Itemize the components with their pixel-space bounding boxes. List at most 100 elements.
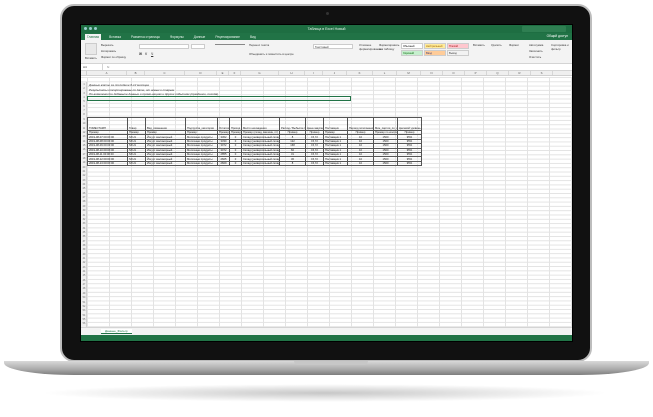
autosum-button[interactable]: Автосумма: [529, 43, 543, 47]
row-header[interactable]: 43: [81, 266, 87, 269]
column-title[interactable]: Период пополнения (зарезервирован): [347, 117, 374, 131]
row-header[interactable]: 35: [81, 231, 87, 234]
column-header[interactable]: R: [509, 71, 531, 75]
table-cell[interactable]: Поставщик 1: [323, 160, 348, 167]
column-title[interactable]: Место нахождения: [241, 117, 280, 131]
table-cell[interactable]: 15,72: [305, 160, 324, 167]
table-cell[interactable]: 0: [229, 160, 242, 167]
column-header[interactable]: H: [279, 71, 305, 75]
row-header[interactable]: 34: [81, 227, 87, 230]
table-cell[interactable]: Молочные продукты: [185, 160, 218, 167]
row-header[interactable]: 30: [81, 209, 87, 212]
row-header[interactable]: 6: [81, 105, 87, 108]
row-header[interactable]: 29: [81, 205, 87, 208]
format-cells-button[interactable]: Формат: [509, 43, 519, 47]
column-title[interactable]: Целевой уровень сервиса: [397, 117, 422, 131]
row-header[interactable]: 51: [81, 301, 87, 304]
row-header[interactable]: 50: [81, 296, 87, 299]
row-header[interactable]: 8: [81, 113, 87, 116]
cell-style-1[interactable]: Нейтральный: [424, 43, 446, 49]
cell-style-0[interactable]: Обычный: [401, 43, 423, 49]
column-title[interactable]: ТИМЕСТАМП: [87, 117, 128, 131]
conditional-formatting-button[interactable]: Условное форматирование: [359, 43, 381, 51]
row-header[interactable]: 24: [81, 183, 87, 186]
column-title[interactable]: Поставщик: [323, 117, 348, 131]
row-header[interactable]: 21: [81, 170, 87, 173]
row-header[interactable]: 54: [81, 314, 87, 317]
font-name-select[interactable]: [139, 44, 189, 49]
row-header[interactable]: 36: [81, 235, 87, 238]
table-cell[interactable]: 10: [347, 160, 374, 167]
column-header[interactable]: O: [443, 71, 465, 75]
column-title[interactable]: Товар: [127, 117, 146, 131]
cut-button[interactable]: Вырезать: [101, 43, 113, 47]
column-title[interactable]: Подгруппа_категория: [185, 117, 218, 131]
column-header[interactable]: D: [185, 71, 217, 75]
table-cell[interactable]: 8: [279, 160, 306, 167]
table-cell[interactable]: Йогурт маложирный: [145, 160, 186, 167]
column-title[interactable]: Приход в шт-ах: [229, 117, 242, 131]
selected-cell[interactable]: [87, 96, 351, 101]
row-header[interactable]: 55: [81, 318, 87, 321]
column-header[interactable]: L: [373, 71, 397, 75]
cell-style-5[interactable]: Вывод: [447, 50, 469, 56]
cell-style-2[interactable]: Плохой: [447, 43, 469, 49]
column-header[interactable]: J: [323, 71, 347, 75]
column-header[interactable]: K: [347, 71, 373, 75]
row-header[interactable]: 37: [81, 240, 87, 243]
cell-style-4[interactable]: Ввод: [424, 50, 446, 56]
table-cell[interactable]: Склад (универсальный склад): [241, 160, 280, 167]
row-header[interactable]: 38: [81, 244, 87, 247]
row-header[interactable]: 49: [81, 292, 87, 295]
number-format-select[interactable]: Текстовый: [313, 44, 353, 49]
copy-button[interactable]: Копировать: [101, 49, 116, 53]
row-header[interactable]: 48: [81, 287, 87, 290]
italic-icon[interactable]: К: [145, 52, 147, 56]
row-header[interactable]: 56: [81, 322, 87, 325]
clear-button[interactable]: Очистить: [529, 55, 541, 59]
row-header[interactable]: 44: [81, 270, 87, 273]
row-header[interactable]: 53: [81, 309, 87, 312]
row-header[interactable]: 42: [81, 261, 87, 264]
row-header[interactable]: 3: [81, 92, 87, 95]
row-header[interactable]: 1: [81, 83, 87, 86]
format-painter-button[interactable]: Формат по образцу: [101, 55, 126, 59]
row-header[interactable]: 28: [81, 200, 87, 203]
table-cell[interactable]: 1500: [373, 160, 398, 167]
column-header[interactable]: A: [87, 71, 127, 75]
column-header[interactable]: P: [465, 71, 487, 75]
column-header[interactable]: N: [421, 71, 443, 75]
sheet-tab[interactable]: Данные_Фильтр: [101, 329, 132, 334]
column-title[interactable]: Мин_партия_по_ставке_шт: [373, 117, 398, 131]
row-header[interactable]: 33: [81, 222, 87, 225]
sort-filter-button[interactable]: Сортировка и фильтр: [551, 43, 571, 51]
row-header[interactable]: 40: [81, 253, 87, 256]
column-header[interactable]: B: [127, 71, 145, 75]
window-controls[interactable]: [84, 27, 97, 30]
name-box[interactable]: A4: [81, 64, 103, 70]
cell-style-3[interactable]: Хороший: [401, 50, 423, 56]
paste-icon[interactable]: [85, 43, 97, 55]
row-header[interactable]: 45: [81, 274, 87, 277]
column-title[interactable]: Вид_изменения: [145, 117, 186, 131]
align-icon[interactable]: [215, 44, 245, 45]
table-cell[interactable]: 2829: [217, 160, 230, 167]
column-header[interactable]: G: [241, 71, 279, 75]
column-header[interactable]: S: [531, 71, 553, 75]
row-header[interactable]: 26: [81, 192, 87, 195]
column-header[interactable]: M: [397, 71, 421, 75]
table-cell[interactable]: 2019-08-13 00:00:00: [87, 160, 128, 167]
format-as-table-button[interactable]: Форматировать как таблицу: [379, 43, 399, 51]
column-title[interactable]: Цена закупки_руб: [305, 117, 324, 131]
column-header[interactable]: I: [305, 71, 323, 75]
row-header[interactable]: 2: [81, 87, 87, 90]
fx-icon[interactable]: fx: [103, 65, 109, 69]
column-header[interactable]: E: [217, 71, 229, 75]
row-header[interactable]: 41: [81, 257, 87, 260]
column-header[interactable]: F: [229, 71, 241, 75]
column-title[interactable]: Остаток_шт: [217, 117, 230, 131]
row-header[interactable]: 22: [81, 174, 87, 177]
insert-cells-button[interactable]: Вставить: [473, 43, 485, 47]
cell-grid[interactable]: [81, 77, 572, 327]
search-box[interactable]: [522, 26, 566, 32]
